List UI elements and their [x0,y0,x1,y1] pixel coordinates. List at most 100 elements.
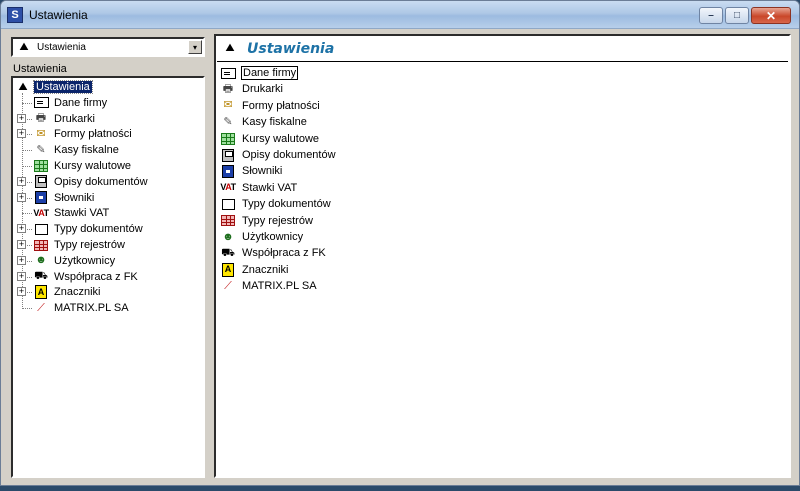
list-item-label: Znaczniki [242,263,289,276]
tree-item[interactable]: Typy rejestrów [33,237,127,253]
tree-connector [22,166,32,167]
tree-expander[interactable]: + [17,192,26,202]
navigation-panel: ⛰ Ustawienia ▾ Ustawienia ⛰ Ustawienia Dan… [8,34,210,478]
tree-item-label: Drukarki [54,112,95,125]
tree-expander[interactable]: + [17,129,26,139]
tree-connector [22,308,32,310]
list-item[interactable]: A Znaczniki [220,262,289,278]
list-item-label: Użytkownicy [242,231,304,243]
payment-icon: ✉ [223,99,233,112]
dictionary-icon [220,164,236,178]
minimize-icon: – [708,9,714,21]
cash-register-icon: ✎ [36,143,46,156]
company-card-icon [33,96,49,110]
list-item-label: Dane firmy [241,66,299,80]
maximize-icon: □ [733,9,741,21]
content-header: ⛰ Ustawienia [217,36,788,62]
tree-item[interactable]: Opisy dokumentów [33,174,150,190]
list-item-label: Słowniki [242,165,283,178]
list-item[interactable]: Typy dokumentów [220,196,332,212]
list-item[interactable]: ✎ Kasy fiskalne [220,114,308,130]
list-item[interactable]: ⟋ MATRIX.PL SA [220,278,318,294]
settings-tree[interactable]: ⛰ Ustawienia Dane firmy + 🖶 Drukarki + ✉ Formy p… [11,76,205,478]
list-item[interactable]: 🖶 Drukarki [220,81,284,97]
tree-expander[interactable]: + [17,224,26,234]
tree-item[interactable]: ✉ Formy płatności [33,126,134,142]
tree-expander[interactable]: + [17,240,26,249]
dictionary-icon [33,191,49,205]
list-item[interactable]: Opisy dokumentów [220,147,337,163]
tree-item[interactable]: Kursy walutowe [33,158,133,174]
list-item[interactable]: Kursy walutowe [220,131,320,147]
content-panel: ⛰ Ustawienia Dane firmy 🖶 Drukarki ✉ Formy p… [214,34,791,478]
tree-expander[interactable]: + [17,113,26,123]
list-item-label: Typy rejestrów [242,214,313,227]
list-item-label: Formy płatności [242,99,320,112]
tree-item-label: Kasy fiskalne [54,144,119,157]
tree-item[interactable]: ⟋ MATRIX.PL SA [33,300,131,316]
tree-expander[interactable]: + [17,287,26,297]
tree-expander[interactable]: + [17,271,26,281]
users-icon: ☻ [35,254,47,267]
tree-item[interactable]: A Znaczniki [33,284,102,300]
list-item[interactable]: ⛟ Współpraca z FK [220,245,327,261]
vat-icon: VAT [220,182,236,193]
list-item-label: MATRIX.PL SA [242,280,317,293]
tree-item-label: Ustawienia [33,80,93,94]
printer-icon: 🖶 [222,82,234,95]
list-item[interactable]: Dane firmy [220,65,299,81]
list-item[interactable]: Słowniki [220,163,283,179]
list-item[interactable]: ✉ Formy płatności [220,98,321,114]
list-item-label: Drukarki [242,83,283,96]
client-area: ⛰ Ustawienia ▾ Ustawienia ⛰ Ustawienia Dan… [8,34,791,478]
list-item-label: Kursy walutowe [242,132,320,145]
minimize-button[interactable]: – [699,7,723,24]
floppy-disk-icon [33,175,49,189]
tree-item-label: Formy płatności [54,128,132,141]
close-button[interactable]: ✕ [751,7,791,24]
users-icon: ☻ [222,230,234,243]
tree-item[interactable]: Dane firmy [33,95,109,111]
list-item[interactable]: VAT Stawki VAT [220,180,298,196]
tree-item[interactable]: ⛟ Współpraca z FK [33,269,140,285]
title-bar[interactable]: S Ustawienia – □ ✕ [1,1,799,29]
tree-item[interactable]: VAT Stawki VAT [33,205,111,221]
floppy-disk-icon [220,148,236,162]
tree-item[interactable]: Typy dokumentów [33,221,145,237]
app-icon[interactable]: S [7,6,23,23]
tree-item[interactable]: ⛰ Ustawienia [15,79,93,95]
matrix-logo-icon: ⟋ [37,301,45,314]
tree-item-label: Opisy dokumentów [54,175,148,188]
tree-item[interactable]: ☻ Użytkownicy [33,253,117,269]
settings-icon: ⛰ [19,40,29,53]
document-type-icon [33,222,49,236]
tree-expander[interactable]: + [17,255,26,265]
printer-icon: 🖶 [35,112,47,125]
list-item-label: Typy dokumentów [242,198,331,211]
tree-expander[interactable]: + [17,176,26,186]
settings-icon: ⛰ [225,42,235,54]
tree-item-label: Typy rejestrów [54,239,125,251]
register-grid-icon [33,238,49,252]
tag-icon: A [33,285,49,300]
list-item[interactable]: ☻ Użytkownicy [220,229,304,245]
tree-item[interactable]: Słowniki [33,190,96,206]
tree-item[interactable]: 🖶 Drukarki [33,111,97,127]
table-grid-icon [220,132,236,146]
register-grid-icon [220,214,236,228]
tree-item[interactable]: ✎ Kasy fiskalne [33,142,121,158]
document-type-icon [220,197,236,211]
section-combobox[interactable]: ⛰ Ustawienia ▾ [11,37,205,57]
close-icon: ✕ [765,8,777,23]
tree-item-label: Dane firmy [54,96,108,109]
settings-icon: ⛰ [18,80,28,93]
tree-connector [22,150,32,152]
tree-item-label: Typy dokumentów [54,223,143,236]
tree-connector [22,102,32,104]
handshake-icon: ⛟ [34,270,48,283]
content-title: Ustawienia [247,40,335,57]
list-item[interactable]: Typy rejestrów [220,213,314,229]
combo-dropdown-button[interactable]: ▾ [188,40,202,54]
list-item-label: Stawki VAT [242,181,298,194]
maximize-button[interactable]: □ [725,7,749,24]
